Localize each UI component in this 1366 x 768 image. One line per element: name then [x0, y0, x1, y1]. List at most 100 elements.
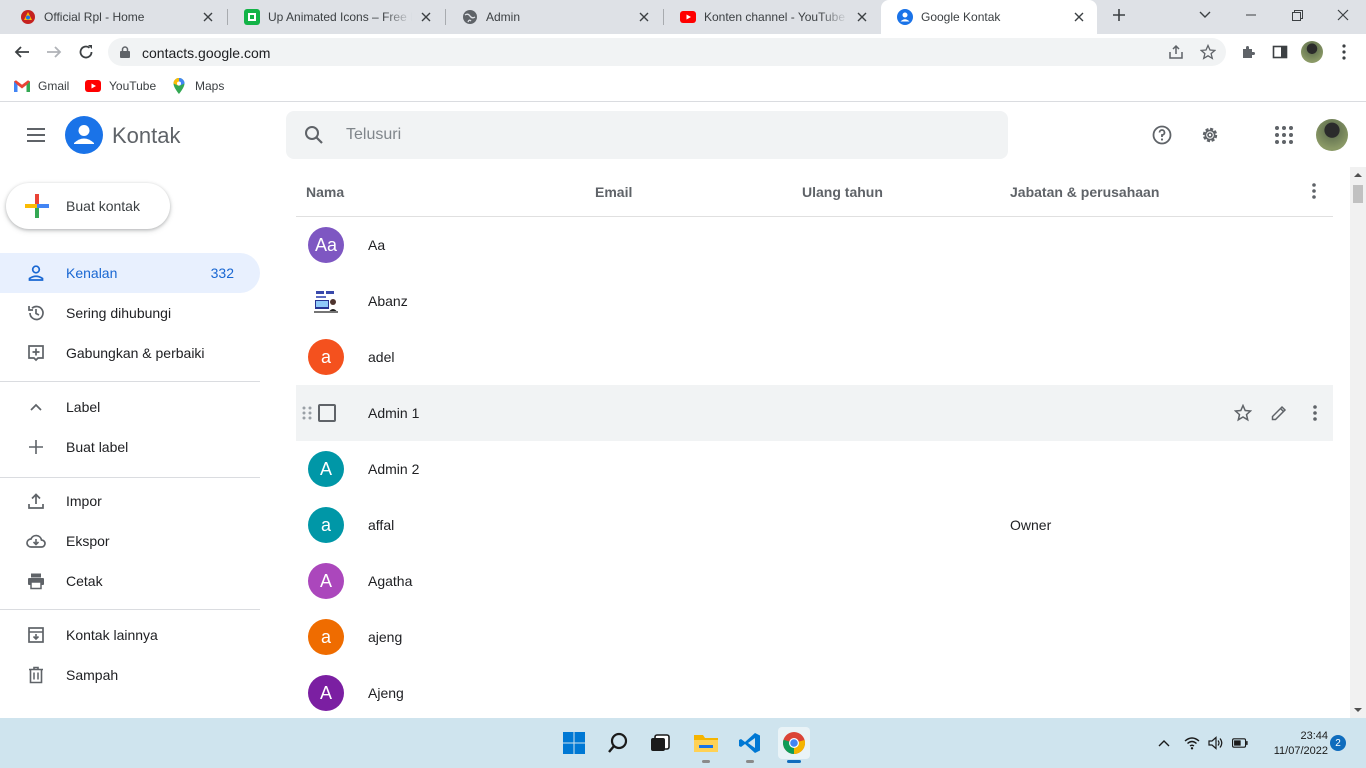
- google-apps-button[interactable]: [1272, 123, 1296, 147]
- main-menu-button[interactable]: [22, 123, 50, 147]
- search-input[interactable]: [346, 123, 986, 147]
- close-tab-icon[interactable]: [418, 9, 434, 25]
- drag-handle-icon[interactable]: [300, 405, 314, 421]
- contact-avatar: a: [308, 339, 344, 375]
- contact-row[interactable]: A Agatha: [296, 553, 1333, 609]
- list-scrollbar[interactable]: [1350, 167, 1366, 718]
- new-tab-button[interactable]: [1096, 0, 1142, 30]
- file-explorer-button[interactable]: [690, 727, 722, 759]
- browser-tab[interactable]: Konten channel - YouTube St: [664, 0, 880, 34]
- task-view-icon: [651, 734, 670, 751]
- contact-avatar: A: [308, 451, 344, 487]
- clock-date: 11/07/2022: [1273, 745, 1328, 757]
- list-options-button[interactable]: [1302, 179, 1326, 203]
- browser-tab[interactable]: Official Rpl - Home: [4, 0, 226, 34]
- close-window-button[interactable]: [1320, 0, 1366, 30]
- extensions-button[interactable]: [1236, 40, 1260, 64]
- apps-grid-icon: [1275, 126, 1293, 144]
- contact-row[interactable]: a ajeng: [296, 609, 1333, 665]
- bookmark-youtube[interactable]: YouTube: [85, 76, 156, 96]
- nav-import-label: Impor: [66, 493, 102, 509]
- column-header-birthday[interactable]: Ulang tahun: [802, 184, 883, 200]
- nav-create-label[interactable]: Buat label: [0, 427, 260, 467]
- browser-tab[interactable]: Up Animated Icons – Free Do: [228, 0, 444, 34]
- browser-menu-button[interactable]: [1332, 40, 1356, 64]
- create-contact-button[interactable]: Buat kontak: [6, 183, 170, 229]
- system-clock[interactable]: 23:44 11/07/2022: [1258, 729, 1328, 759]
- list-header: Nama Email Ulang tahun Jabatan & perusah…: [296, 167, 1333, 217]
- browser-tab-active[interactable]: Google Kontak: [881, 0, 1097, 34]
- running-indicator: [702, 760, 710, 763]
- restore-icon: [1291, 9, 1303, 21]
- scrollbar-thumb[interactable]: [1353, 185, 1363, 203]
- forward-button[interactable]: [42, 40, 66, 64]
- contact-row[interactable]: a affal Owner: [296, 497, 1333, 553]
- profile-avatar[interactable]: [1300, 40, 1324, 64]
- nav-print[interactable]: Cetak: [0, 561, 260, 601]
- close-tab-icon[interactable]: [200, 9, 216, 25]
- nav-frequent[interactable]: Sering dihubungi: [0, 293, 260, 333]
- star-contact-button[interactable]: [1231, 401, 1255, 425]
- taskbar-search-button[interactable]: [602, 727, 634, 759]
- contact-name: affal: [368, 517, 395, 533]
- nav-other-contacts[interactable]: Kontak lainnya: [0, 615, 260, 655]
- arrow-right-icon: [47, 46, 62, 58]
- sidebar-divider: [0, 381, 260, 382]
- address-bar[interactable]: contacts.google.com: [108, 38, 1226, 66]
- task-view-button[interactable]: [644, 727, 676, 759]
- settings-button[interactable]: [1198, 123, 1222, 147]
- contact-row[interactable]: A Admin 2: [296, 441, 1333, 497]
- column-header-name[interactable]: Nama: [306, 184, 344, 200]
- start-button[interactable]: [558, 727, 590, 759]
- nav-trash[interactable]: Sampah: [0, 655, 260, 695]
- more-vert-icon: [1342, 44, 1346, 60]
- bookmark-star-icon: [1200, 44, 1216, 60]
- contact-row[interactable]: a adel: [296, 329, 1333, 385]
- contact-row-hovered[interactable]: Admin 1: [296, 385, 1333, 441]
- sidebar-divider: [0, 609, 260, 610]
- nav-import[interactable]: Impor: [0, 481, 260, 521]
- nav-create-label-text: Buat label: [66, 439, 129, 455]
- scroll-up-arrow-icon: [1354, 173, 1362, 177]
- close-tab-icon[interactable]: [1071, 9, 1087, 25]
- rpl-favicon-icon: [20, 9, 36, 25]
- nav-merge-fix[interactable]: Gabungkan & perbaiki: [0, 333, 260, 373]
- contact-more-button[interactable]: [1303, 401, 1327, 425]
- trash-icon: [24, 663, 48, 687]
- close-icon: [1337, 9, 1349, 21]
- back-button[interactable]: [10, 40, 34, 64]
- show-hidden-icons-button[interactable]: [1156, 735, 1172, 751]
- contact-row[interactable]: A Ajeng: [296, 665, 1333, 718]
- tab-search-button[interactable]: [1182, 0, 1228, 30]
- tab-title: Admin: [486, 10, 521, 24]
- network-button[interactable]: [1184, 735, 1200, 751]
- bookmark-gmail[interactable]: Gmail: [14, 76, 69, 96]
- edit-contact-button[interactable]: [1267, 401, 1291, 425]
- browser-tab[interactable]: Admin: [446, 0, 662, 34]
- reload-button[interactable]: [74, 40, 98, 64]
- contact-name: adel: [368, 349, 395, 365]
- column-header-job[interactable]: Jabatan & perusahaan: [1010, 184, 1159, 200]
- nav-contacts[interactable]: Kenalan 332: [0, 253, 260, 293]
- help-button[interactable]: [1150, 123, 1174, 147]
- contact-row[interactable]: Aa Aa: [296, 217, 1333, 273]
- account-avatar[interactable]: [1316, 119, 1348, 151]
- battery-button[interactable]: [1232, 735, 1248, 751]
- close-tab-icon[interactable]: [854, 9, 870, 25]
- column-header-email[interactable]: Email: [595, 184, 632, 200]
- select-contact-checkbox[interactable]: [318, 404, 336, 422]
- chrome-button[interactable]: [778, 727, 810, 759]
- minimize-button[interactable]: [1228, 0, 1274, 30]
- nav-labels-toggle[interactable]: Label: [0, 387, 260, 427]
- notification-badge[interactable]: 2: [1330, 735, 1346, 751]
- close-tab-icon[interactable]: [636, 9, 652, 25]
- side-panel-button[interactable]: [1268, 40, 1292, 64]
- nav-export[interactable]: Ekspor: [0, 521, 260, 561]
- contact-row[interactable]: Abanz: [296, 273, 1333, 329]
- bookmark-maps[interactable]: Maps: [171, 76, 224, 96]
- search-bar[interactable]: [286, 111, 1008, 159]
- volume-button[interactable]: [1208, 735, 1224, 751]
- vscode-icon: [739, 733, 760, 753]
- vscode-button[interactable]: [734, 727, 766, 759]
- restore-button[interactable]: [1274, 0, 1320, 30]
